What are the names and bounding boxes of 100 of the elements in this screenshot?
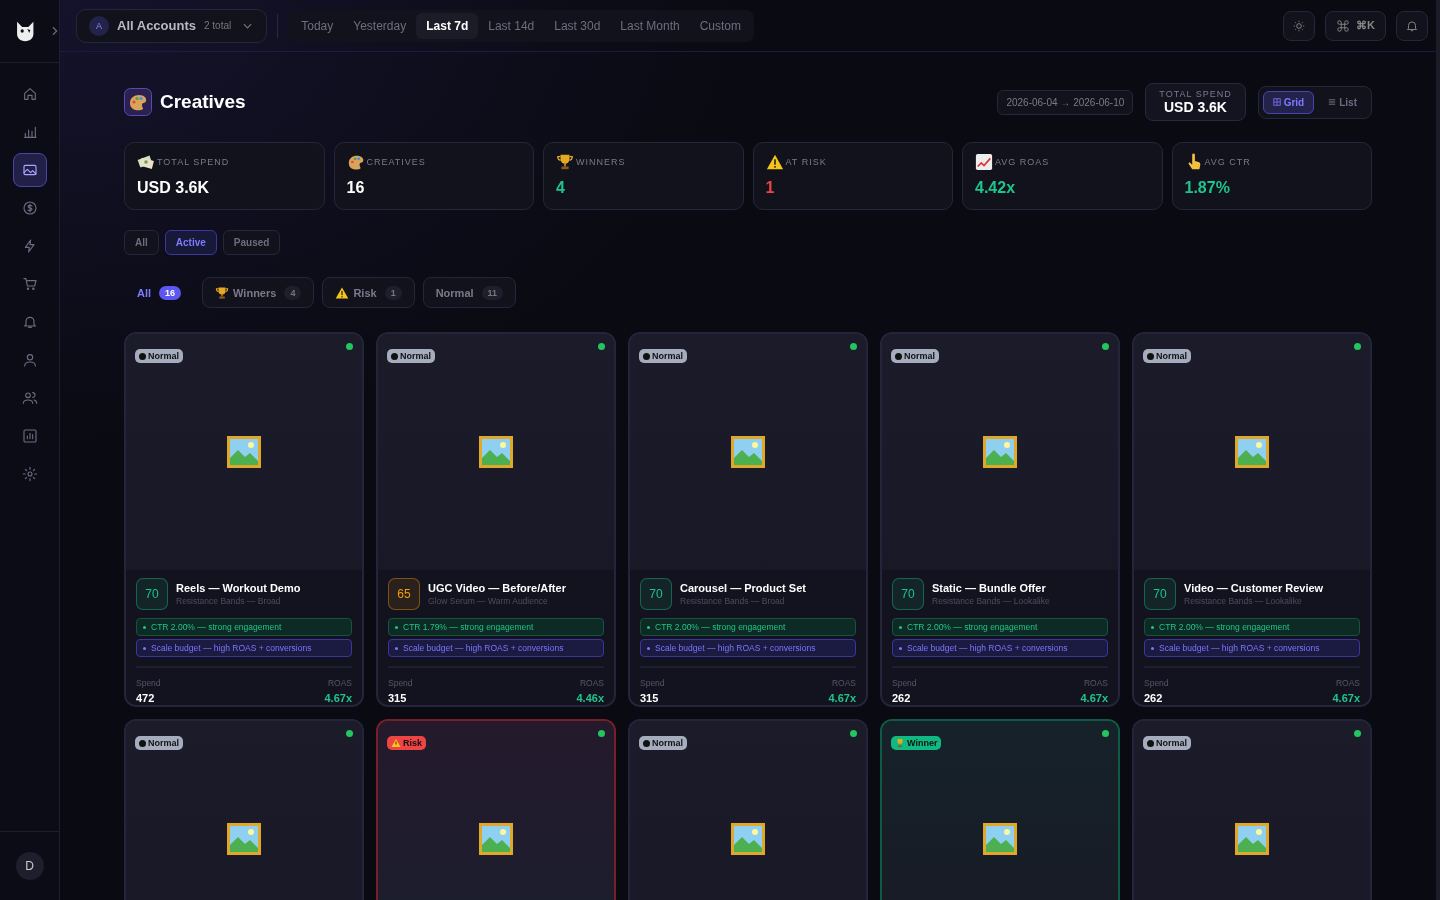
metric-label: Spend	[388, 678, 413, 688]
account-name: All Accounts	[117, 18, 196, 33]
palette-icon	[124, 88, 152, 116]
date-range-tab[interactable]: Today	[291, 12, 344, 39]
trophy-icon	[215, 285, 230, 300]
framed-picture-icon	[982, 434, 1018, 470]
stat-value: USD 3.6K	[137, 179, 211, 197]
chevron-right-icon[interactable]	[51, 25, 59, 37]
stat-value: 1.87%	[1184, 179, 1231, 197]
status-badge: Normal	[1143, 349, 1191, 363]
framed-picture-icon	[730, 821, 766, 857]
date-range-tab[interactable]: Yesterday	[343, 12, 417, 39]
creative-title: Static — Bundle Offer	[932, 582, 1047, 594]
date-range-tab[interactable]: Custom	[689, 12, 752, 39]
spend-value: 315	[640, 692, 660, 704]
image-nav-icon[interactable]	[12, 153, 47, 187]
status-filter-chip[interactable]: Paused	[222, 230, 281, 255]
roas-value: 4.67x	[1080, 692, 1108, 704]
status-badge: Normal	[1143, 736, 1191, 750]
roas-value: 4.46x	[576, 692, 604, 704]
caret-icon	[243, 22, 253, 29]
score-badge: 70	[1144, 578, 1176, 610]
roas-value: 4.67x	[1332, 692, 1360, 704]
signal-tag: Scale budget — high ROAS + conversions	[388, 639, 604, 657]
theme-toggle-button[interactable]	[1283, 10, 1316, 41]
total-spend-label: TOTAL SPEND	[1159, 89, 1232, 99]
trophy-icon	[556, 153, 574, 171]
command-palette-button[interactable]: ⌘K	[1325, 10, 1386, 41]
creative-card[interactable]: Normal	[124, 719, 364, 900]
status-badge: Normal	[639, 349, 687, 363]
view-toggle-option[interactable]: Grid	[1262, 90, 1315, 114]
status-badge: Normal	[891, 349, 939, 363]
spend-value: 472	[136, 692, 156, 704]
count-badge: 11	[481, 285, 504, 300]
total-spend-value: USD 3.6K	[1163, 99, 1227, 115]
framed-picture-icon	[982, 821, 1018, 857]
metric-label: ROAS	[327, 678, 352, 688]
stat-label: AVG CTR	[1204, 157, 1251, 167]
metric-label: Spend	[1144, 678, 1169, 688]
stat-label: WINNERS	[576, 157, 626, 167]
metric-label: ROAS	[1083, 678, 1108, 688]
sun-icon	[1292, 18, 1307, 33]
metric-label: ROAS	[1335, 678, 1360, 688]
roas-value: 4.67x	[828, 692, 856, 704]
user-avatar[interactable]: D	[15, 852, 44, 880]
bell-icon	[1405, 18, 1419, 33]
stat-label: AT RISK	[785, 157, 827, 167]
framed-picture-icon	[478, 434, 514, 470]
account-count: 2 total	[204, 20, 232, 31]
notifications-button[interactable]	[1396, 10, 1428, 41]
date-range-tab[interactable]: Last Month	[610, 12, 690, 39]
stat-value: 16	[346, 179, 366, 197]
segment-tab[interactable]: Normal 11	[422, 277, 517, 308]
count-badge: 1	[384, 285, 402, 300]
date-range-tab[interactable]: Last 30d	[544, 12, 611, 39]
creative-card[interactable]: Normal	[1132, 719, 1372, 900]
status-badge: Normal	[639, 736, 687, 750]
warning-icon	[335, 285, 350, 300]
stat-label: TOTAL SPEND	[157, 157, 230, 167]
money-icon	[137, 153, 155, 171]
account-selector[interactable]: A All Accounts 2 total	[76, 8, 268, 43]
segment-tab[interactable]: Risk 1	[322, 277, 415, 308]
date-range-tab[interactable]: Last 14d	[478, 12, 545, 39]
status-filter-chip[interactable]: All	[124, 230, 159, 255]
framed-picture-icon	[226, 434, 262, 470]
status-filter-chip[interactable]: Active	[164, 230, 217, 255]
spend-value: 262	[892, 692, 912, 704]
metric-label: ROAS	[831, 678, 856, 688]
stat-label: CREATIVES	[366, 157, 426, 167]
metric-label: Spend	[640, 678, 665, 688]
creative-card[interactable]: Risk	[376, 719, 616, 900]
creative-title: Video — Customer Review	[1184, 582, 1324, 594]
grid-icon	[1272, 98, 1281, 106]
spend-value: 315	[388, 692, 408, 704]
framed-picture-icon	[226, 821, 262, 857]
segment-tab[interactable]: Winners 4	[202, 277, 315, 308]
signal-tag: Scale budget — high ROAS + conversions	[136, 639, 352, 657]
count-badge: 16	[159, 285, 182, 300]
count-badge: 4	[284, 285, 302, 300]
signal-tag: CTR 2.00% — strong engagement	[892, 618, 1108, 636]
metric-label: Spend	[136, 678, 161, 688]
segment-tab[interactable]: All 16	[124, 277, 195, 308]
palette-icon	[346, 153, 365, 171]
date-range-tab[interactable]: Last 7d	[416, 12, 479, 39]
status-badge: Normal	[387, 349, 435, 363]
creative-title: Carousel — Product Set	[680, 582, 806, 594]
metric-label: ROAS	[579, 678, 604, 688]
view-toggle-option[interactable]: List	[1318, 90, 1367, 114]
stat-value: 1	[765, 179, 776, 197]
creative-card[interactable]: Winner	[880, 719, 1120, 900]
status-badge: Normal	[135, 736, 183, 750]
framed-picture-icon	[1234, 434, 1270, 470]
chart-icon	[975, 153, 993, 171]
signal-tag: Scale budget — high ROAS + conversions	[640, 639, 856, 657]
creative-card[interactable]: Normal	[628, 719, 868, 900]
date-range-label: 2026-06-04 → 2026-06-10	[997, 89, 1134, 115]
framed-picture-icon	[730, 434, 766, 470]
status-badge: Risk	[387, 736, 426, 750]
signal-tag: CTR 1.79% — strong engagement	[388, 618, 604, 636]
stat-label: AVG ROAS	[995, 157, 1050, 167]
